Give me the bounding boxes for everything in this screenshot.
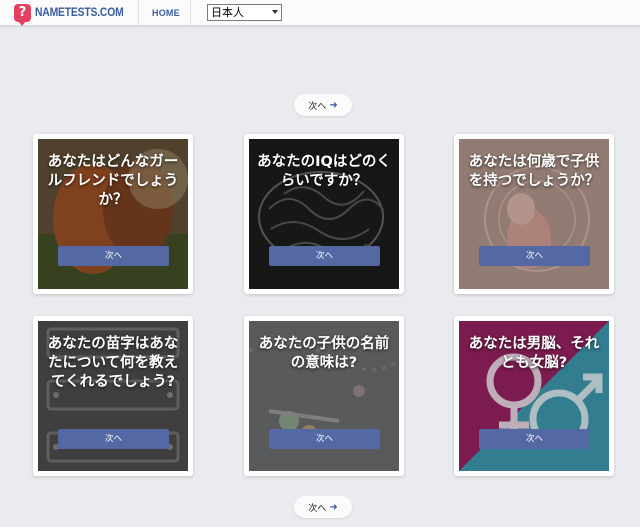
quiz-card-image: あなたのIQはどのくらいですか？ 次へ [249,139,399,289]
next-page-label: 次へ [308,503,327,514]
quiz-card-title: あなたは男脳、それとも女脳? [468,336,600,371]
logo-text: NAMETESTS.COM [35,7,124,19]
arrow-right-icon: ➜ [329,99,338,111]
next-page-button-top[interactable]: 次へ ➜ [294,94,352,116]
quiz-next-button[interactable]: 次へ [479,246,590,266]
quiz-card[interactable]: あなたの子供の名前の意味は? 次へ [244,316,404,476]
quiz-card[interactable]: あなたのIQはどのくらいですか？ 次へ [244,134,404,294]
quiz-card-image: あなたは何歳で子供を持つでしょうか？ 次へ [459,139,609,289]
nav-divider [190,0,191,26]
quiz-card-title: あなたはどんなガールフレンドでしょうか？ [47,154,179,208]
quiz-card[interactable]: あなたは男脳、それとも女脳? 次へ [454,316,614,476]
next-page-label: 次へ [308,101,327,112]
chevron-down-icon [272,10,278,14]
quiz-card[interactable]: あなたはどんなガールフレンドでしょうか？ 次へ [33,134,193,294]
quiz-next-button[interactable]: 次へ [269,246,380,266]
quiz-card-image: あなたの苗字はあなたについて何を教えてくれるでしょう? 次へ [38,321,188,471]
language-select[interactable]: 日本人 [207,4,282,21]
logo-question-icon: ? [14,4,31,26]
nav-divider [138,0,139,26]
quiz-card-title: あなたのIQはどのくらいですか？ [257,154,391,189]
arrow-right-icon: ➜ [329,501,338,513]
quiz-next-button[interactable]: 次へ [479,429,590,449]
quiz-next-button[interactable]: 次へ [58,246,169,266]
quiz-card-title: あなたは何歳で子供を持つでしょうか？ [468,154,600,189]
site-logo[interactable]: ? NAMETESTS.COM [14,3,133,26]
quiz-card[interactable]: あなたの苗字はあなたについて何を教えてくれるでしょう? 次へ [33,316,193,476]
home-link[interactable]: HOME [152,0,180,26]
language-select-value: 日本人 [211,6,244,19]
quiz-card-title: あなたの子供の名前の意味は? [258,336,390,371]
top-navbar: ? NAMETESTS.COM HOME 日本人 [0,0,640,26]
quiz-card-title: あなたの苗字はあなたについて何を教えてくれるでしょう? [47,336,179,390]
quiz-next-button[interactable]: 次へ [58,429,169,449]
quiz-card-image: あなたは男脳、それとも女脳? 次へ [459,321,609,471]
quiz-card-image: あなたの子供の名前の意味は? 次へ [249,321,399,471]
quiz-next-button[interactable]: 次へ [269,429,380,449]
quiz-card[interactable]: あなたは何歳で子供を持つでしょうか？ 次へ [454,134,614,294]
quiz-card-image: あなたはどんなガールフレンドでしょうか？ 次へ [38,139,188,289]
next-page-button-bottom[interactable]: 次へ ➜ [294,496,352,518]
